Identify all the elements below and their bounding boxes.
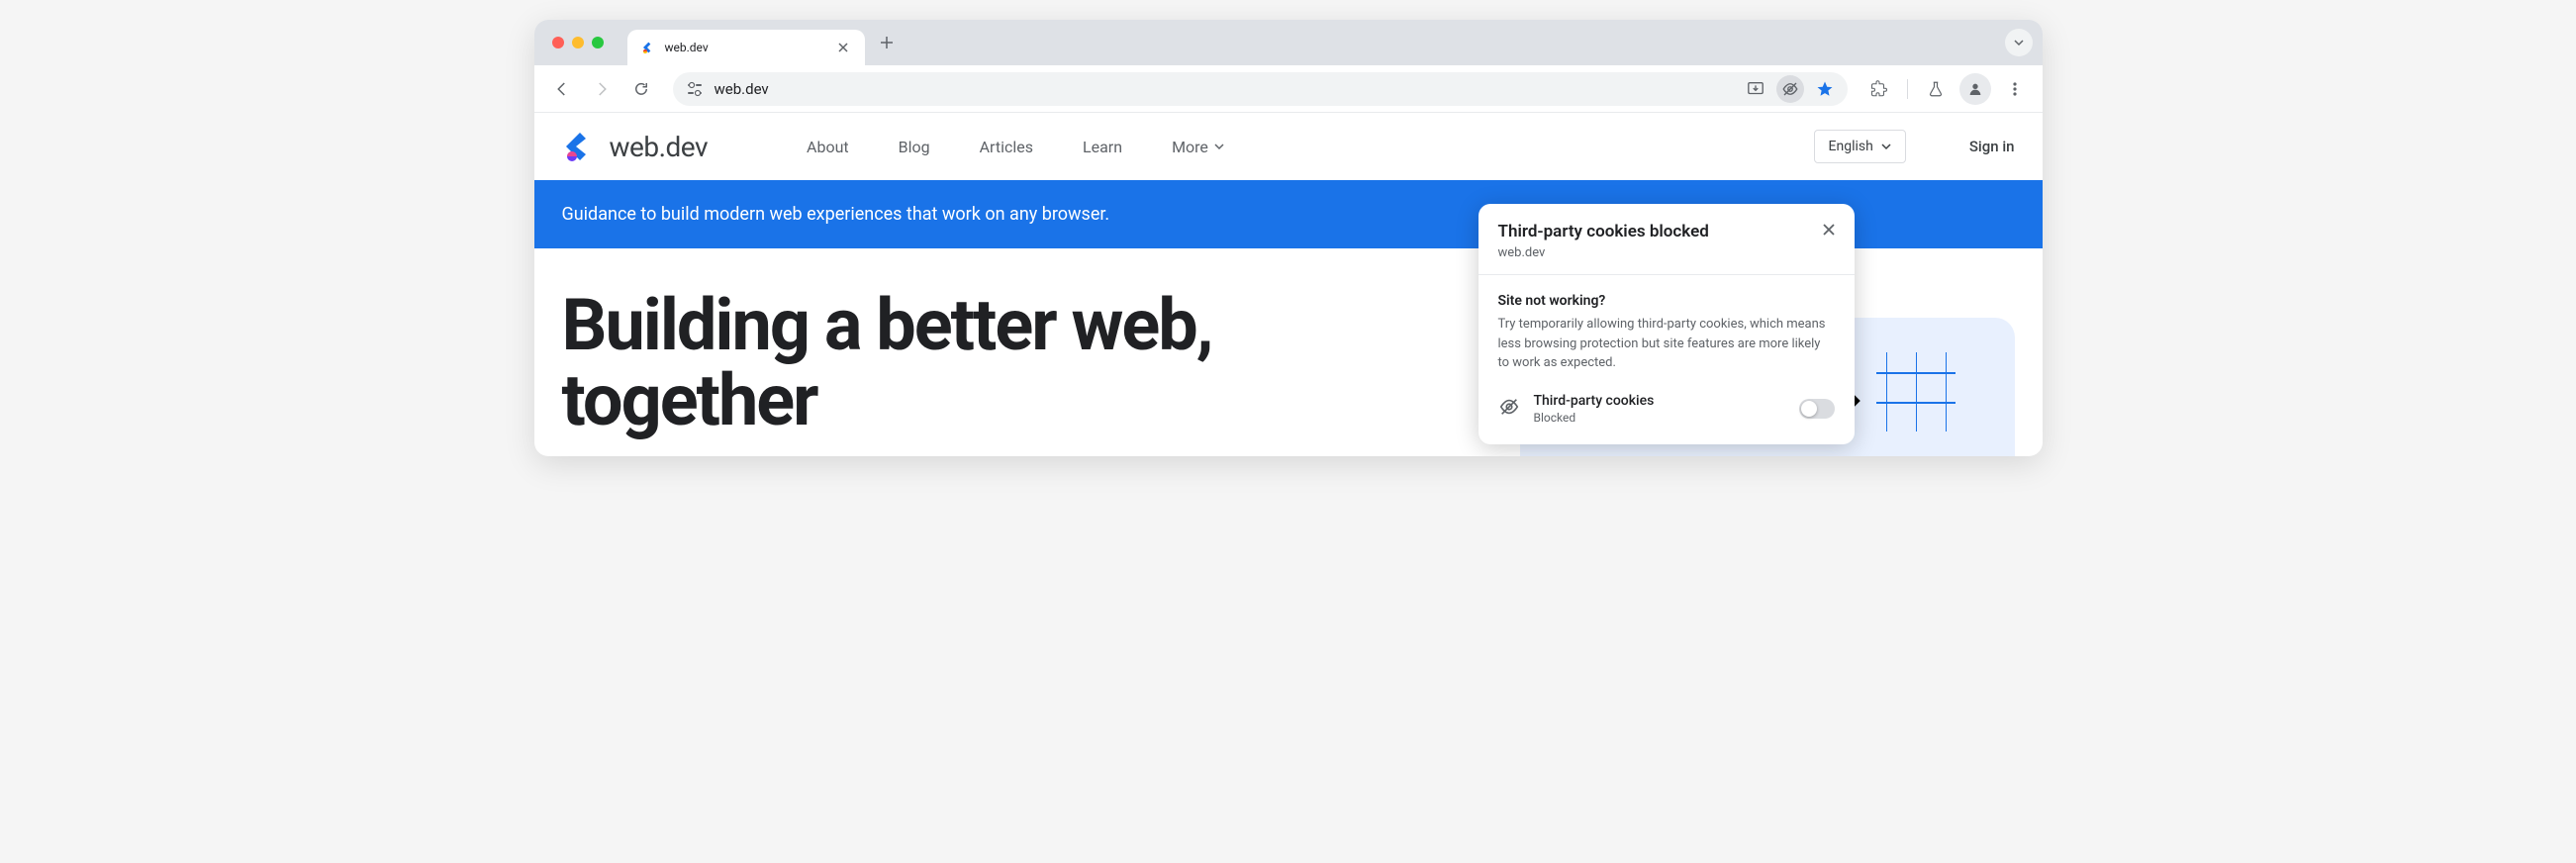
popup-body: Site not working? Try temporarily allowi… [1479,275,1855,444]
profile-button[interactable] [1959,73,1991,105]
omnibox-actions [1747,75,1834,103]
chrome-labs-button[interactable] [1920,73,1952,105]
language-label: English [1829,139,1873,154]
popup-site: web.dev [1498,245,1835,260]
cookies-toggle[interactable] [1799,399,1835,419]
browser-window: web.dev web.dev [534,20,2043,456]
reload-button[interactable] [625,73,657,105]
close-window-button[interactable] [552,37,564,48]
logo-mark-icon [562,129,598,164]
nav-more[interactable]: More [1172,138,1224,156]
third-party-cookies-blocked-icon[interactable] [1776,75,1804,103]
chevron-down-icon [1214,142,1224,151]
site-header: web.dev About Blog Articles Learn More E… [534,113,2043,180]
window-controls [552,37,604,48]
chrome-menu-button[interactable] [1999,73,2031,105]
toolbar-divider [1907,79,1908,99]
page-content: web.dev About Blog Articles Learn More E… [534,113,2043,456]
install-app-icon[interactable] [1747,80,1765,98]
eye-off-icon [1498,396,1520,422]
site-settings-icon[interactable] [687,81,703,97]
address-bar[interactable]: web.dev [673,72,1848,106]
popup-subtitle: Site not working? [1498,293,1835,309]
browser-tab[interactable]: web.dev [627,30,865,65]
back-button[interactable] [546,73,578,105]
bookmark-star-icon[interactable] [1816,80,1834,98]
sign-in-link[interactable]: Sign in [1969,138,2015,155]
browser-toolbar: web.dev [534,65,2043,113]
popup-cookie-row: Third-party cookies Blocked [1498,393,1835,425]
site-logo[interactable]: web.dev [562,129,709,164]
popup-header: Third-party cookies blocked web.dev [1479,204,1855,274]
popup-row-label: Third-party cookies [1534,393,1785,409]
site-nav: About Blog Articles Learn More [807,138,1224,156]
chevron-down-icon [1881,142,1891,151]
popup-row-text: Third-party cookies Blocked [1534,393,1785,425]
toggle-knob [1801,401,1817,417]
extensions-button[interactable] [1863,73,1895,105]
nav-articles[interactable]: Articles [980,138,1033,156]
logo-text: web.dev [610,131,709,163]
tab-strip: web.dev [534,20,2043,65]
tab-overflow-button[interactable] [2005,29,2033,56]
nav-blog[interactable]: Blog [899,138,930,156]
popup-row-status: Blocked [1534,411,1785,425]
minimize-window-button[interactable] [572,37,584,48]
language-select[interactable]: English [1814,130,1906,163]
tab-favicon-icon [641,40,657,55]
tab-close-icon[interactable] [835,40,851,55]
forward-button[interactable] [586,73,618,105]
url-text: web.dev [715,80,1735,98]
tab-title: web.dev [665,41,827,54]
hero-title: Building a better web, together [562,288,1480,456]
nav-learn[interactable]: Learn [1083,138,1122,156]
cookies-popup: Third-party cookies blocked web.dev Site… [1479,204,1855,444]
popup-description: Try temporarily allowing third-party coo… [1498,315,1835,373]
nav-more-label: More [1172,138,1208,156]
popup-close-button[interactable] [1819,220,1839,240]
popup-title: Third-party cookies blocked [1498,222,1835,241]
new-tab-button[interactable] [873,29,901,56]
maximize-window-button[interactable] [592,37,604,48]
nav-about[interactable]: About [807,138,849,156]
